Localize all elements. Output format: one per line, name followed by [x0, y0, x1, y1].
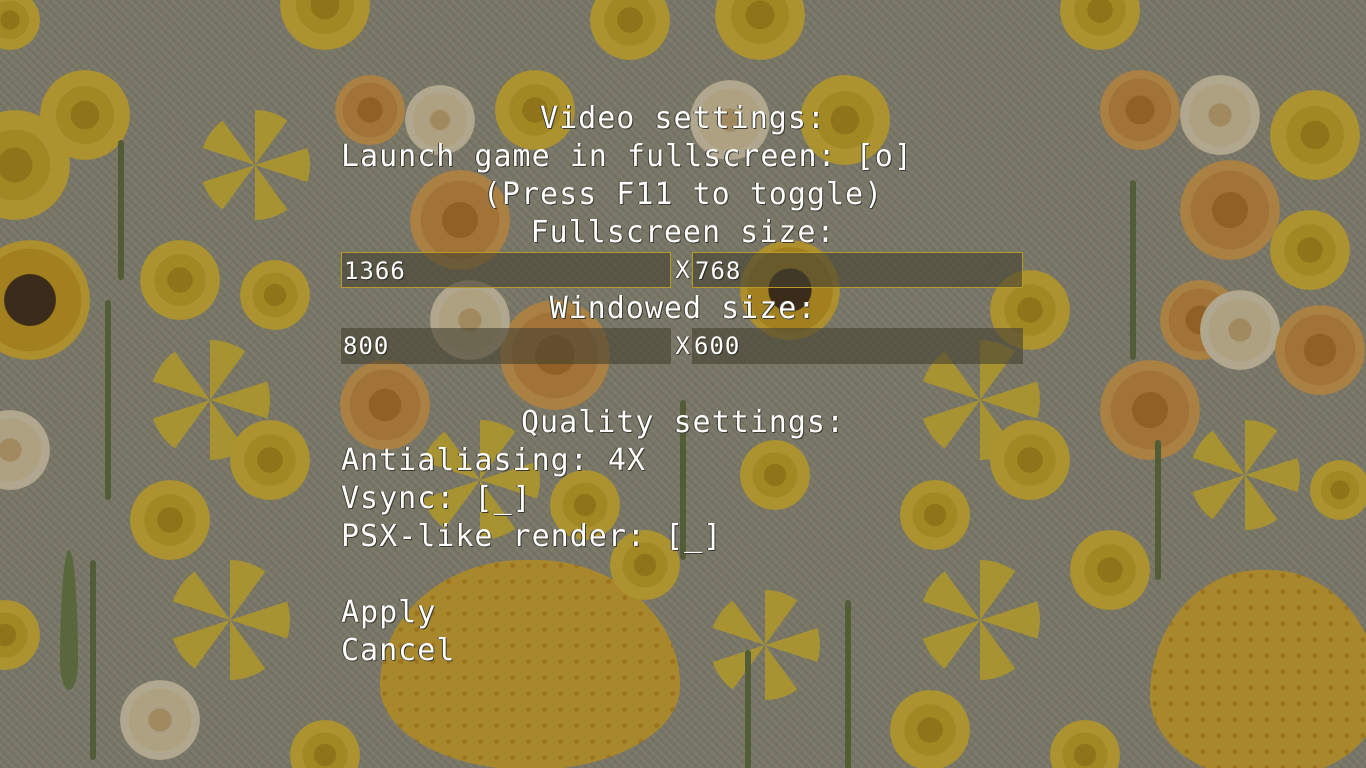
windowed-size-heading: Windowed size: — [549, 291, 817, 326]
fullscreen-toggle-option[interactable]: Launch game in fullscreen: [o] — [341, 138, 913, 176]
size-separator: X — [675, 256, 691, 284]
cancel-button[interactable]: Cancel — [341, 632, 455, 670]
windowed-width-input[interactable]: 800 — [341, 328, 671, 364]
windowed-height-input[interactable]: 600 — [692, 328, 1023, 364]
fullscreen-size-heading: Fullscreen size: — [530, 215, 836, 250]
fullscreen-hint: (Press F11 to toggle) — [482, 177, 884, 212]
settings-menu: Video settings: Launch game in fullscree… — [341, 100, 1025, 670]
psx-render-toggle-option[interactable]: PSX-like render: [_] — [341, 518, 722, 556]
vsync-toggle-option[interactable]: Vsync: [_] — [341, 480, 532, 518]
apply-button[interactable]: Apply — [341, 594, 436, 632]
size-separator: X — [675, 332, 691, 360]
antialiasing-option[interactable]: Antialiasing: 4X — [341, 442, 646, 480]
fullscreen-size-row: 1366 X 768 — [341, 252, 1025, 290]
video-settings-heading: Video settings: — [540, 101, 826, 136]
fullscreen-width-input[interactable]: 1366 — [341, 252, 671, 288]
quality-settings-heading: Quality settings: — [520, 405, 846, 440]
fullscreen-height-input[interactable]: 768 — [692, 252, 1023, 288]
windowed-size-row: 800 X 600 — [341, 328, 1025, 366]
